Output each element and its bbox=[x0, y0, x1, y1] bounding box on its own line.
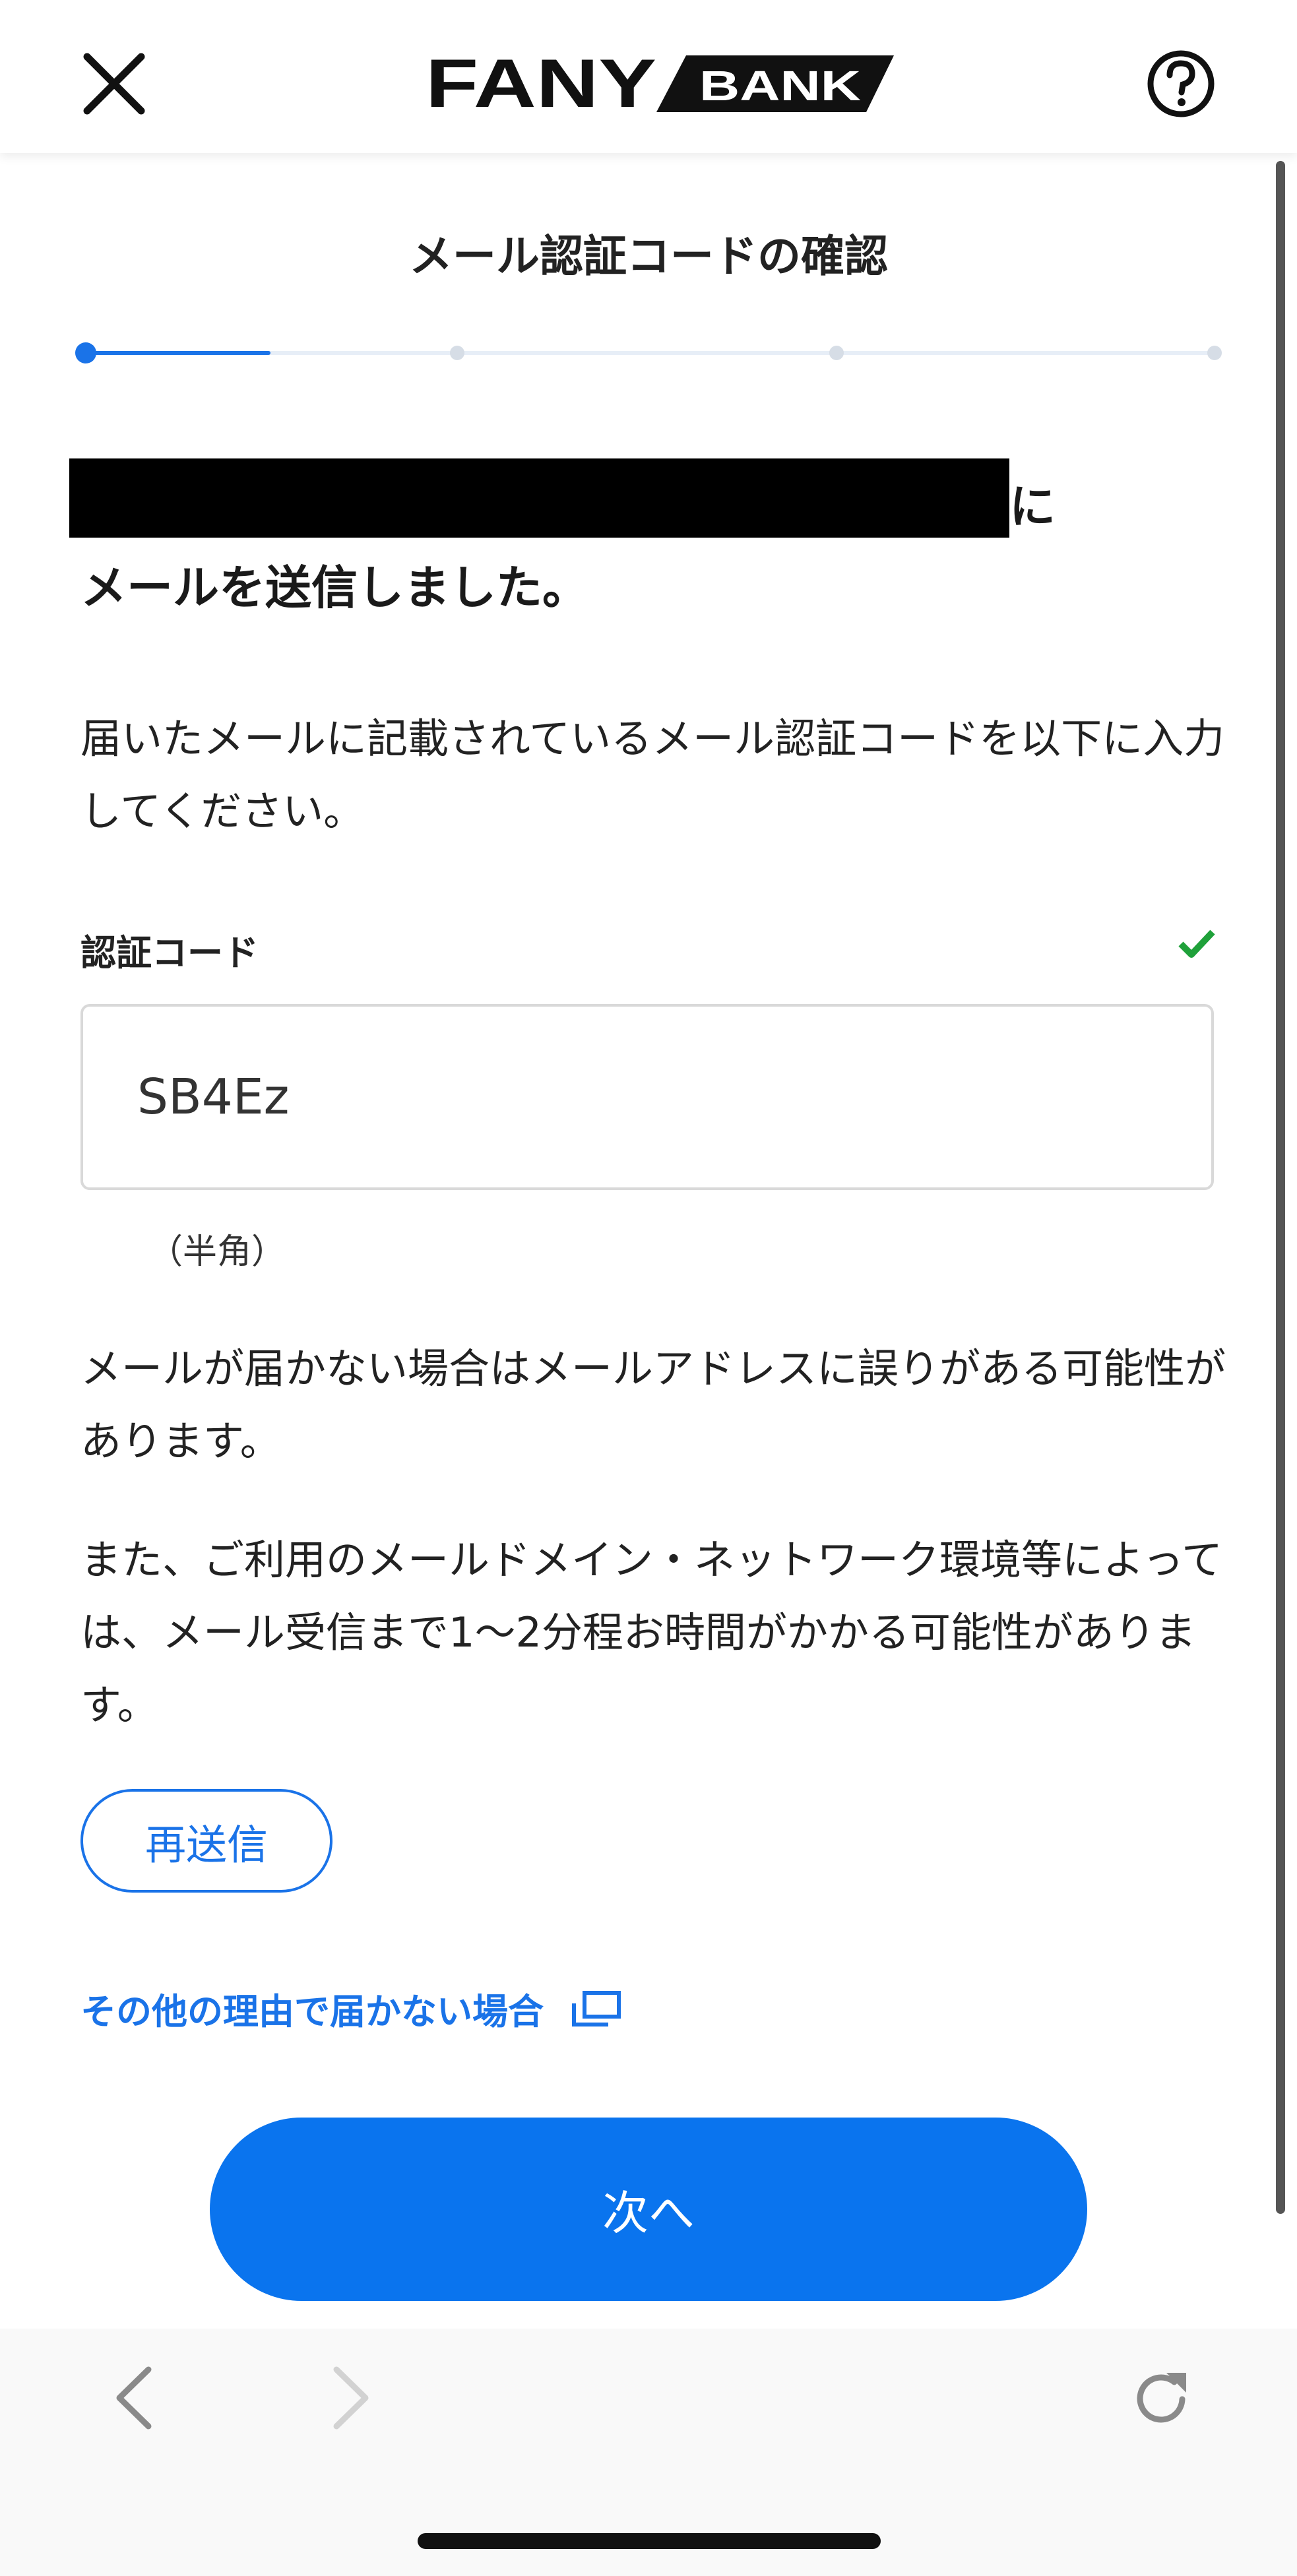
notice-wrong-address: メールが届かない場合はメールアドレスに誤りがある可能性があります。 bbox=[80, 1344, 1226, 1465]
notice-delay: また、ご利用のメールドメイン・ネットワーク環境等によっては、メール受信まで1～2… bbox=[80, 1536, 1223, 1729]
back-arrow-icon[interactable] bbox=[109, 2362, 158, 2434]
code-field-label: 認証コード bbox=[80, 932, 259, 974]
svg-text:BANK: BANK bbox=[699, 62, 861, 110]
progress-stepper bbox=[75, 342, 1222, 363]
step-dot-2 bbox=[450, 346, 464, 360]
step-dot-4 bbox=[1207, 346, 1222, 360]
sent-message: メールを送信しました。 bbox=[80, 561, 588, 615]
step-dot-3 bbox=[829, 346, 844, 360]
instruction-text: 届いたメールに記載されているメール認証コードを以下に入力してください。 bbox=[80, 714, 1225, 835]
page-title: メール認証コードの確認 bbox=[409, 231, 888, 282]
check-icon bbox=[1178, 929, 1215, 958]
home-indicator bbox=[418, 2533, 881, 2549]
other-reason-label: その他の理由で届かない場合 bbox=[80, 1991, 544, 2032]
other-reason-link[interactable]: その他の理由で届かない場合 bbox=[80, 1982, 623, 2034]
resend-button[interactable]: 再送信 bbox=[80, 1789, 332, 1893]
next-button[interactable]: 次へ bbox=[210, 2118, 1087, 2301]
verification-code-input[interactable] bbox=[80, 1004, 1214, 1190]
help-icon[interactable] bbox=[1145, 47, 1217, 120]
app-header: FANY BANK bbox=[0, 0, 1297, 153]
email-suffix: に bbox=[1009, 480, 1056, 534]
close-icon[interactable] bbox=[78, 47, 150, 120]
stepper-progress bbox=[79, 351, 270, 355]
external-link-icon bbox=[572, 1990, 621, 2026]
svg-text:FANY: FANY bbox=[426, 47, 656, 120]
half-width-hint: （半角） bbox=[148, 1232, 286, 1272]
step-dot-1 bbox=[75, 342, 96, 363]
fany-bank-logo: FANY BANK bbox=[426, 47, 894, 120]
redacted-email bbox=[69, 458, 1009, 538]
scrollbar[interactable] bbox=[1276, 161, 1285, 2214]
forward-arrow-icon[interactable] bbox=[327, 2362, 376, 2434]
reload-icon[interactable] bbox=[1128, 2365, 1194, 2431]
